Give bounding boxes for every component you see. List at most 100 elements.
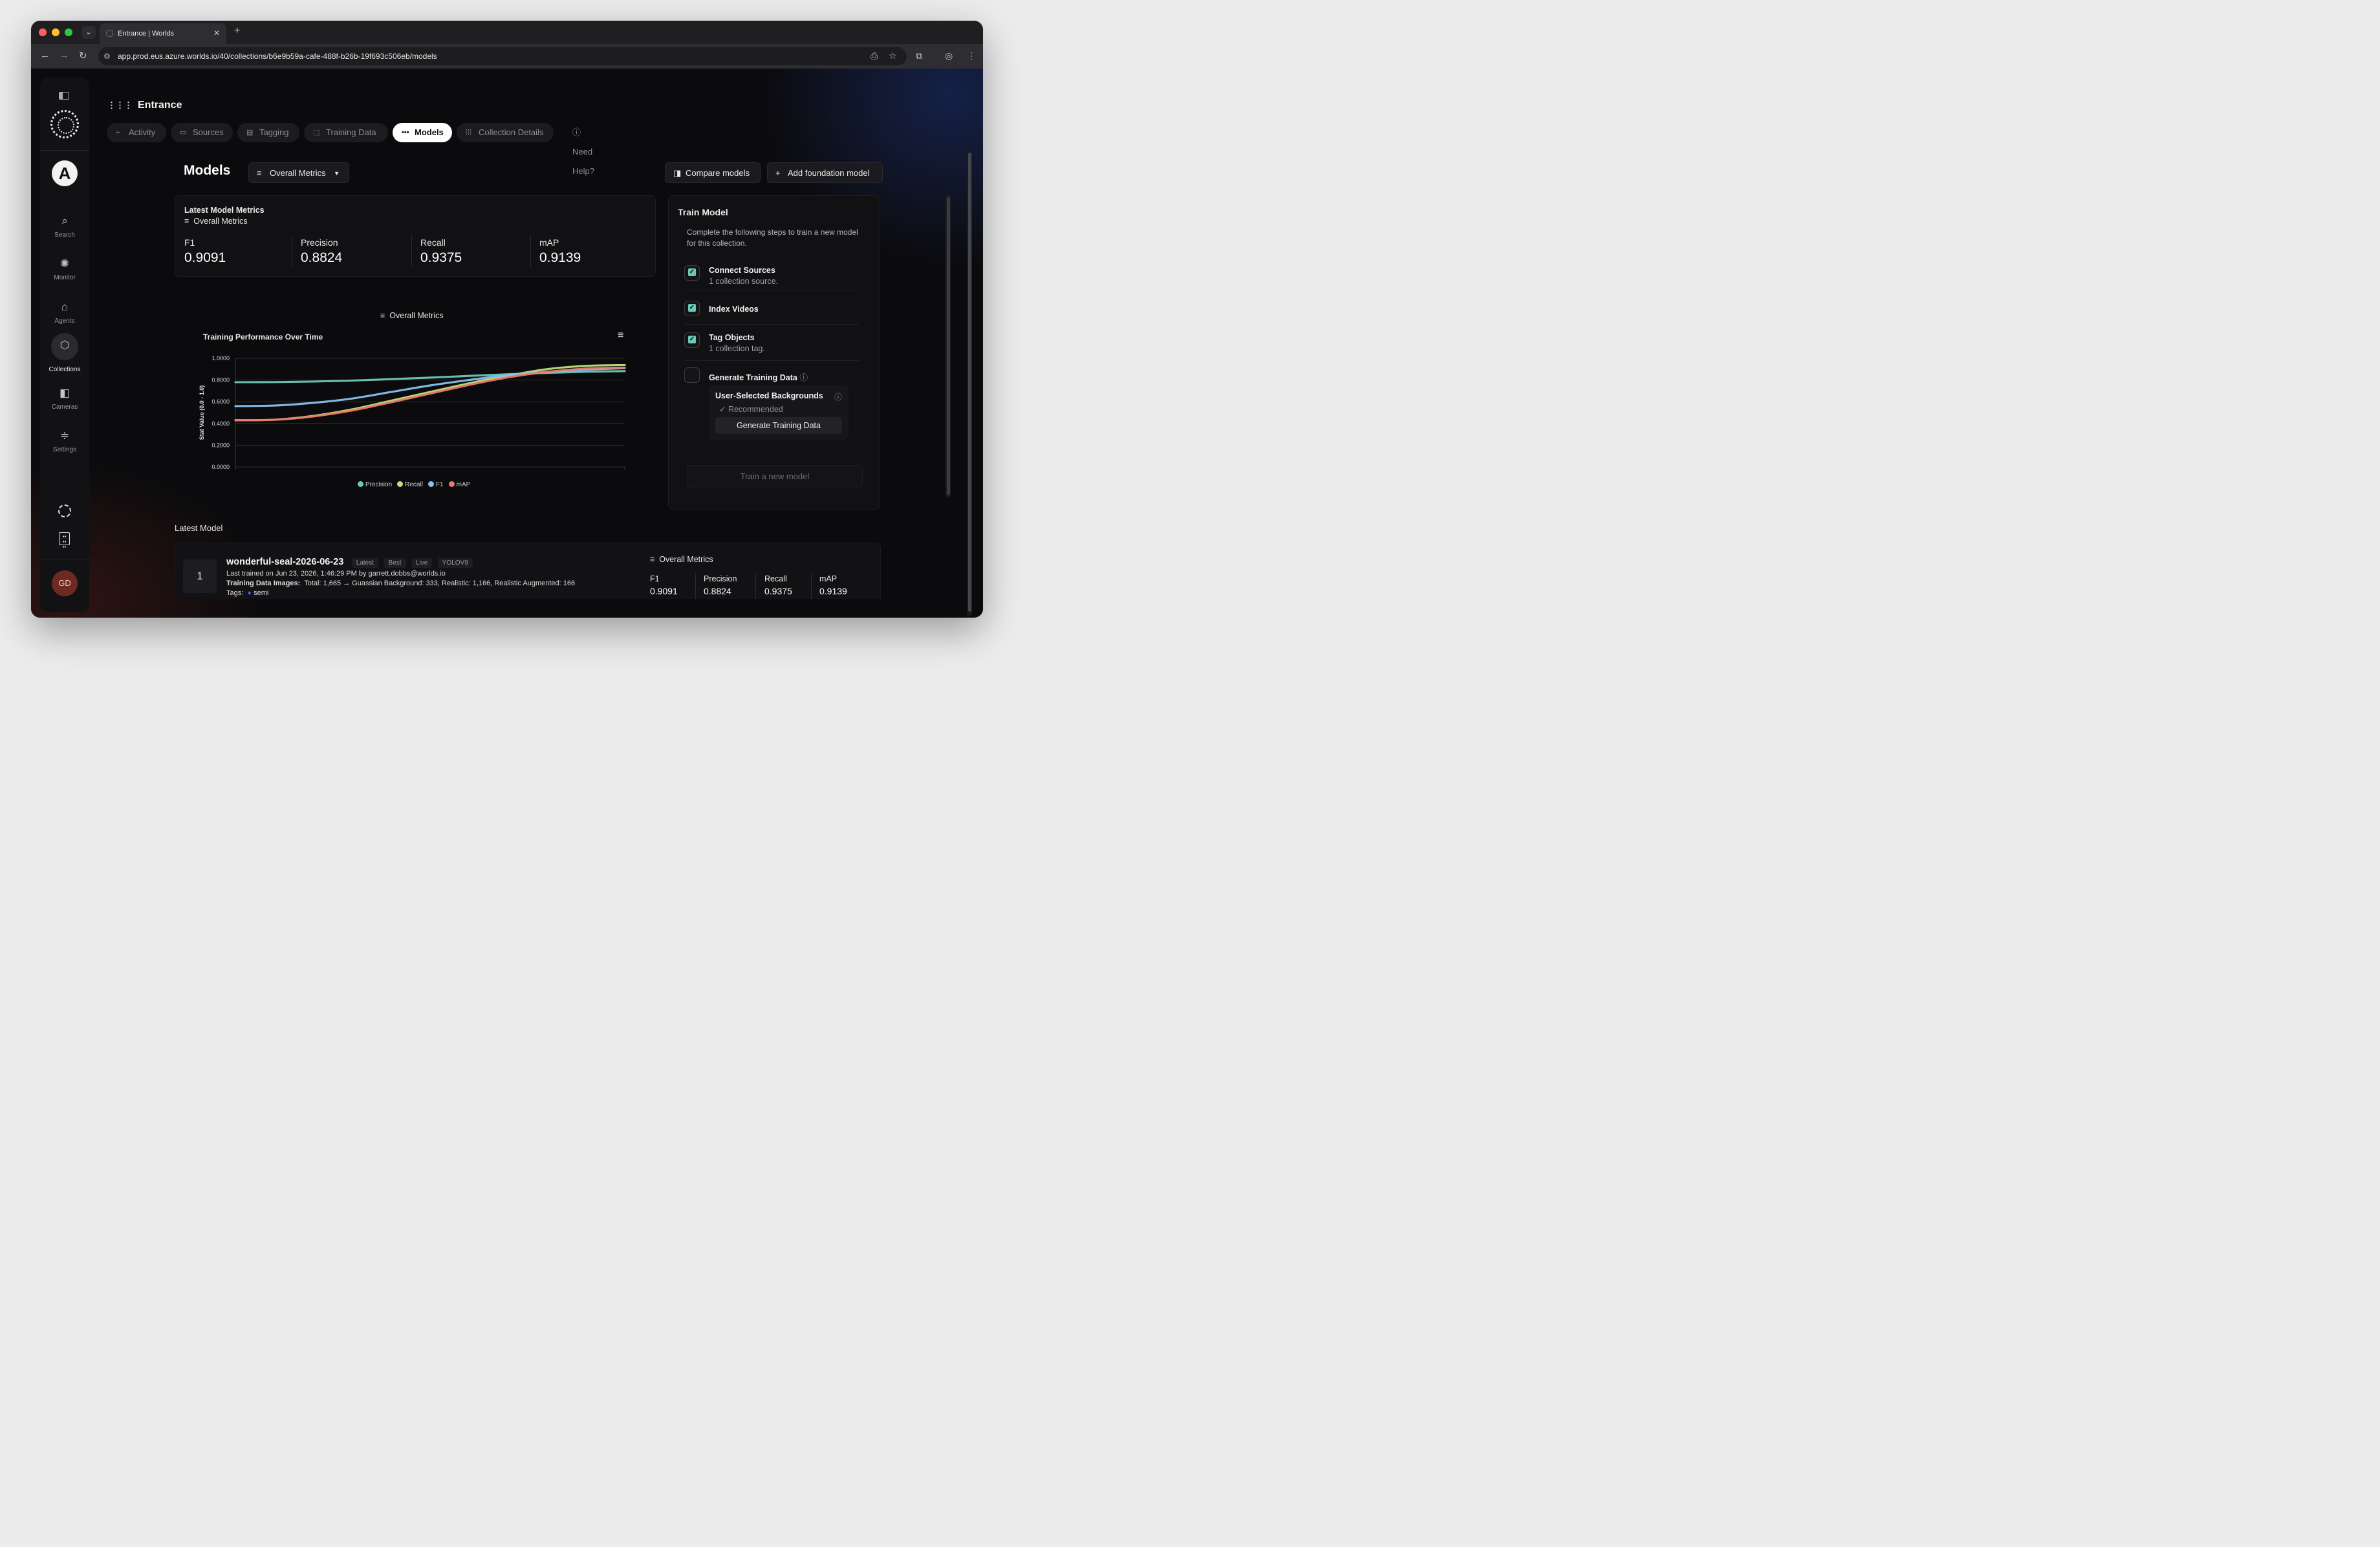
metric-label: F1 xyxy=(650,574,660,583)
step-title: Index Videos xyxy=(709,305,759,314)
y-axis-label: Stat Value (0.0 - 1.0) xyxy=(199,385,205,440)
recommended-option[interactable]: ✓ Recommended xyxy=(719,404,783,414)
sidebar-item-label: Monitor xyxy=(54,274,76,281)
install-app-icon[interactable]: ⎙ xyxy=(871,50,878,61)
metric-value-recall: 0.9375 xyxy=(764,586,792,596)
step-checkbox[interactable] xyxy=(684,301,700,316)
close-window-button[interactable] xyxy=(39,28,47,36)
tab-models[interactable]: ••• Models xyxy=(393,123,452,142)
legend-swatch xyxy=(448,481,455,487)
browser-menu-icon[interactable]: ⋮ xyxy=(967,50,976,61)
minimize-window-button[interactable] xyxy=(52,28,60,36)
metric-value-f1: 0.9091 xyxy=(650,586,678,596)
sidebar-item-search[interactable]: ⌕ Search xyxy=(40,215,89,239)
chart-metrics-header-text: Overall Metrics xyxy=(389,311,444,320)
organization-building-icon[interactable]: ▪▪ ▪▪ ▪▪ xyxy=(59,532,70,550)
maximize-window-button[interactable] xyxy=(65,28,72,36)
apps-grid-icon[interactable]: ⋮⋮⋮ xyxy=(107,100,133,110)
chart-legend: Precision Recall F1 mAP xyxy=(358,481,475,490)
browser-toolbar: ← → ↻ ⚙ app.prod.eus.azure.worlds.io/40/… xyxy=(31,44,983,69)
profile-icon[interactable]: ◎ xyxy=(945,50,953,61)
inner-scrollbar-thumb[interactable] xyxy=(947,197,950,495)
tab-activity[interactable]: ⌁ Activity xyxy=(107,123,166,142)
browser-tab[interactable]: Entrance | Worlds ✕ xyxy=(100,23,226,44)
step-checkbox[interactable] xyxy=(684,265,700,281)
sidebar-item-monitor[interactable]: ✺ Monitor xyxy=(40,257,89,281)
sidebar-toggle-icon[interactable] xyxy=(59,92,69,100)
compare-models-button[interactable]: ◨ Compare models xyxy=(665,162,761,183)
bookmark-star-icon[interactable]: ☆ xyxy=(889,50,897,61)
backgrounds-title: User-Selected Backgrounds xyxy=(715,391,823,400)
back-arrow-icon[interactable]: ← xyxy=(40,50,50,61)
legend-item-map[interactable]: mAP xyxy=(448,481,470,488)
camera-icon: ◧ xyxy=(59,387,70,399)
tags-label: Tags: xyxy=(226,589,244,597)
model-name[interactable]: wonderful-seal-2026-06-23 xyxy=(226,557,343,567)
metric-value-precision: 0.8824 xyxy=(301,250,343,265)
metric-label: F1 xyxy=(184,237,195,248)
legend-item-f1[interactable]: F1 xyxy=(427,481,444,488)
train-new-model-button[interactable]: Train a new model xyxy=(687,465,863,488)
page-scrollbar-thumb[interactable] xyxy=(968,153,971,612)
sidebar-item-cameras[interactable]: ◧ Cameras xyxy=(40,387,89,411)
legend-item-recall[interactable]: Recall xyxy=(397,481,423,488)
tab-tagging[interactable]: ▤ Tagging xyxy=(237,123,299,142)
step-checkbox[interactable] xyxy=(684,332,700,348)
generate-training-data-button[interactable]: Generate Training Data xyxy=(715,417,842,434)
help-circle-icon[interactable]: ⓘ xyxy=(834,391,842,402)
help-circle-icon[interactable]: ⓘ xyxy=(799,373,808,382)
train-model-description: Complete the following steps to train a … xyxy=(687,228,858,248)
chart-metrics-header: ≡ Overall Metrics xyxy=(380,311,444,320)
step-title: Tag Objects xyxy=(709,333,755,342)
workspace-avatar[interactable]: A xyxy=(52,160,78,186)
sidebar-item-settings[interactable]: ≑ Settings xyxy=(40,429,89,453)
latest-metrics-subtitle: ≡ Overall Metrics xyxy=(184,217,248,226)
sidebar-item-collections[interactable]: ⬡ Collections xyxy=(40,339,89,373)
forward-arrow-icon[interactable]: → xyxy=(60,50,69,61)
step-checkbox[interactable] xyxy=(684,367,700,383)
series-line-f1 xyxy=(234,367,626,407)
search-icon: ⌕ xyxy=(61,215,68,227)
legend-item-precision[interactable]: Precision xyxy=(358,481,392,488)
close-tab-icon[interactable]: ✕ xyxy=(213,28,220,38)
latest-model-section-title: Latest Model xyxy=(175,523,223,533)
y-tick-label: 1.0000 xyxy=(211,355,230,362)
tab-sources[interactable]: ▭ Sources xyxy=(171,123,233,142)
y-tick-label: 0.2000 xyxy=(211,442,230,448)
training-performance-chart: 1.0000 0.8000 0.6000 0.4000 0.2000 0.0000 Stat… xyxy=(199,355,626,470)
chart-menu-icon[interactable]: ≡ xyxy=(618,330,623,341)
legend-label: F1 xyxy=(435,481,444,488)
latest-model-card[interactable]: 1 wonderful-seal-2026-06-23 Latest Best … xyxy=(175,543,881,599)
sidebar-item-label: Collections xyxy=(49,366,81,373)
page-title: ⋮⋮⋮ Entrance xyxy=(107,100,182,111)
training-data-icon: ⬚ xyxy=(313,129,320,136)
reload-icon[interactable]: ↻ xyxy=(79,50,87,61)
model-metrics-title-text: Overall Metrics xyxy=(659,555,713,564)
address-bar[interactable]: ⚙ app.prod.eus.azure.worlds.io/40/collec… xyxy=(98,47,907,65)
user-avatar[interactable]: GD xyxy=(52,570,78,596)
extensions-icon[interactable]: ⧉ xyxy=(916,50,922,61)
site-settings-icon[interactable]: ⚙ xyxy=(103,52,113,61)
legend-swatch xyxy=(358,481,363,487)
worlds-logo-icon[interactable] xyxy=(50,110,79,138)
step-subtitle: 1 collection source. xyxy=(709,277,779,286)
tab-training-data[interactable]: ⬚ Training Data xyxy=(304,123,388,142)
step-connect-sources: Connect Sources 1 collection source. xyxy=(684,263,859,286)
loading-spinner-icon[interactable] xyxy=(58,504,71,517)
new-tab-icon[interactable]: + xyxy=(234,25,240,37)
tab-collection-details[interactable]: ⁞⁞⁞ Collection Details xyxy=(457,123,554,142)
metric-label: mAP xyxy=(539,237,559,248)
details-grid-icon: ⁞⁞⁞ xyxy=(466,129,472,136)
model-last-trained: Last trained on Jun 23, 2026, 1:46:29 PM… xyxy=(226,570,446,578)
metrics-select-value: Overall Metrics xyxy=(270,168,326,178)
tab-search-chevron-icon[interactable]: ⌄ xyxy=(81,26,96,39)
sources-icon: ▭ xyxy=(180,129,187,136)
list-icon: ≡ xyxy=(380,311,390,320)
metrics-select[interactable]: ≡ Overall Metrics ▼ xyxy=(248,162,349,183)
badge-latest: Latest xyxy=(351,558,379,568)
sidebar-item-label: Settings xyxy=(52,446,77,453)
sidebar-item-agents[interactable]: ⌂ Agents xyxy=(40,301,89,325)
add-foundation-model-button[interactable]: + Add foundation model xyxy=(767,162,883,183)
metric-label: Recall xyxy=(764,574,787,583)
need-help-link[interactable]: ⓘ Need Help? xyxy=(572,123,594,176)
